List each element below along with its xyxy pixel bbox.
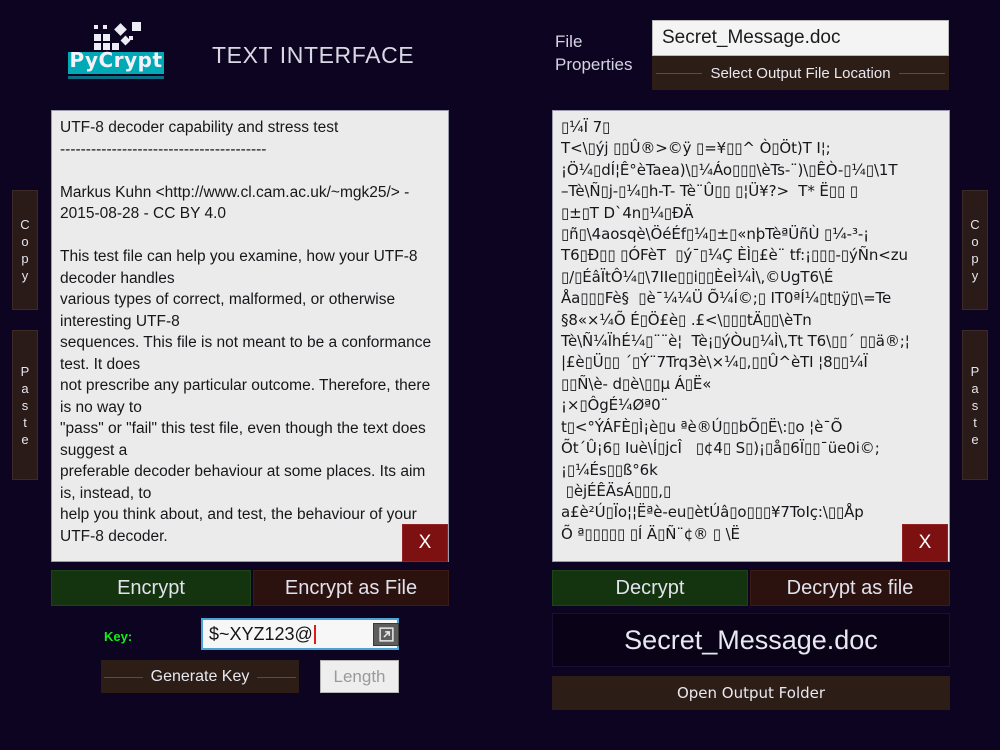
right-copy-button[interactable]: C o p y [962,190,988,310]
generate-key-button[interactable]: Generate Key [101,660,299,693]
right-paste-label-s: s [971,397,979,413]
logo-underline [68,76,164,79]
clear-plaintext-button[interactable]: X [402,524,448,562]
ciphertext-content: ▯¼Ï 7▯ T<\▯ýj ▯▯Û®>©ÿ ▯=¥▯▯^ Ò▯Öt)T I¦; … [561,118,910,543]
right-paste-label-a: a [971,380,979,396]
app-root: PyCrypt TEXT INTERFACE File Properties S… [0,0,1000,750]
header: PyCrypt TEXT INTERFACE [0,0,545,106]
left-copy-button[interactable]: C o p y [12,190,38,310]
left-copy-label-c: C [20,217,30,232]
generate-key-label: Generate Key [142,667,258,686]
left-copy-label-p: p [21,251,29,266]
right-paste-label-e: e [971,431,979,447]
right-copy-label-o: o [971,234,979,249]
clear-ciphertext-button[interactable]: X [902,524,948,562]
right-paste-label-t: t [973,414,977,430]
left-paste-label-s: s [21,397,29,413]
left-paste-button[interactable]: P a s t e [12,330,38,480]
decrypt-as-file-button[interactable]: Decrypt as file [750,570,950,606]
plaintext-textarea[interactable]: UTF-8 decoder capability and stress test… [51,110,449,562]
decrypt-button[interactable]: Decrypt [552,570,748,606]
key-label: Key: [104,629,133,644]
encrypt-as-file-button[interactable]: Encrypt as File [253,570,449,606]
select-output-location-button[interactable]: Select Output File Location [652,56,949,90]
logo-text: PyCrypt [69,48,163,72]
plaintext-content: UTF-8 decoder capability and stress test… [60,119,432,545]
text-caret [313,624,316,644]
external-link-icon[interactable] [373,623,399,646]
app-logo: PyCrypt [68,22,164,82]
right-copy-label-p: p [971,251,979,266]
left-copy-label-o: o [21,234,29,249]
left-paste-label-t: t [23,414,27,430]
left-paste-label-a: a [21,380,29,396]
key-length-input[interactable]: Length [320,660,399,693]
right-paste-button[interactable]: P a s t e [962,330,988,480]
output-file-display: Secret_Message.doc [552,613,950,667]
key-input-value: $~XYZ123@ [209,623,313,644]
right-copy-label-y: y [971,268,979,283]
key-input[interactable]: $~XYZ123@ [201,618,399,650]
left-paste-label-p: P [20,363,30,379]
left-paste-label-e: e [21,431,29,447]
page-title: TEXT INTERFACE [212,42,415,68]
open-output-folder-button[interactable]: Open Output Folder [552,676,950,710]
encrypt-button[interactable]: Encrypt [51,570,251,606]
right-copy-label-c: C [970,217,980,232]
file-properties-label: File Properties [555,32,633,74]
logo-pixel-glyphs [94,22,158,50]
left-copy-label-y: y [21,268,29,283]
output-filename-input[interactable]: Secret_Message.doc [652,20,949,56]
select-output-location-label: Select Output File Location [702,64,899,82]
ciphertext-textarea[interactable]: ▯¼Ï 7▯ T<\▯ýj ▯▯Û®>©ÿ ▯=¥▯▯^ Ò▯Öt)T I¦; … [552,110,950,562]
right-paste-label-p: P [970,363,980,379]
